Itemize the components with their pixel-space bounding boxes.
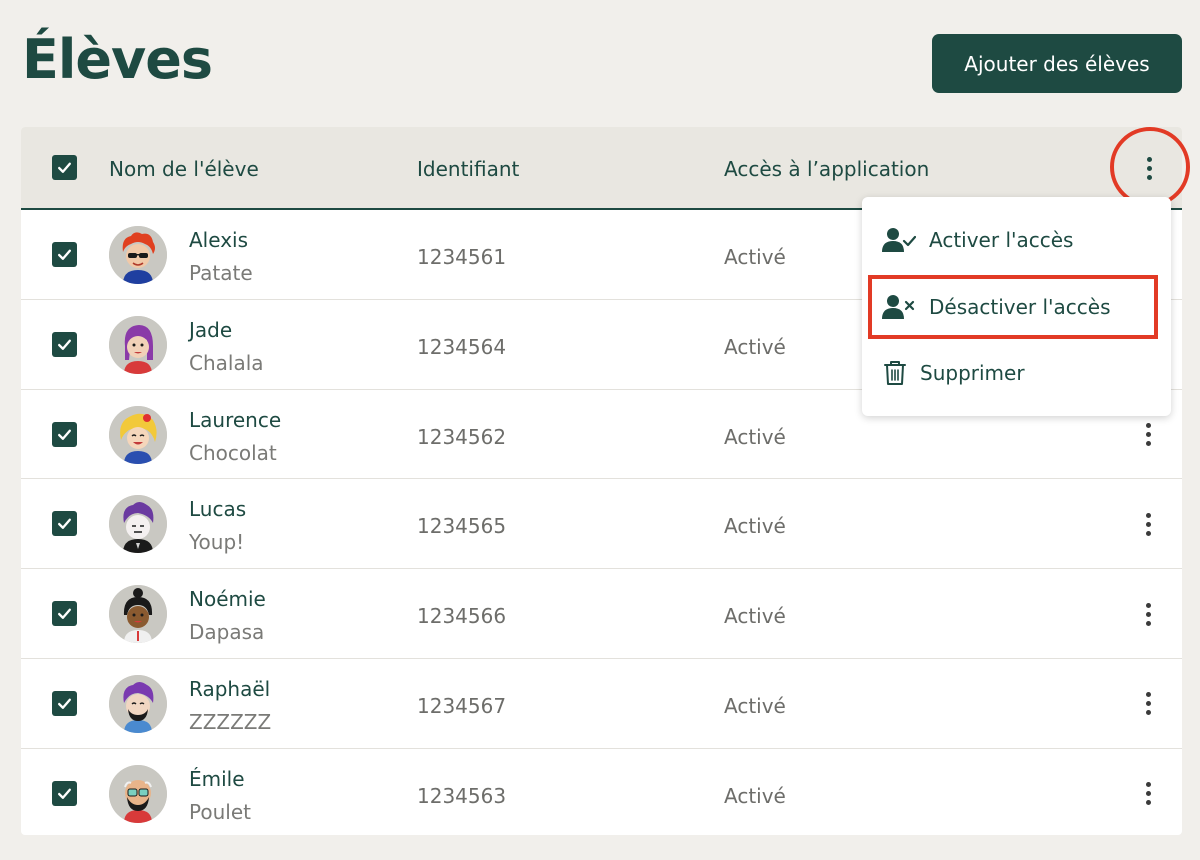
- student-last-name: Chalala: [189, 350, 264, 375]
- avatar-dark-bun-hair-icon: [109, 585, 167, 644]
- student-last-name: Dapasa: [189, 620, 265, 645]
- student-last-name: Chocolat: [189, 440, 277, 465]
- access-status: Activé: [724, 604, 786, 629]
- student-first-name: Jade: [189, 317, 233, 342]
- table-row[interactable]: Lucas Youp! 1234565 Activé: [21, 479, 1182, 570]
- check-icon: [58, 429, 71, 440]
- student-first-name: Lucas: [189, 497, 247, 522]
- student-id: 1234565: [417, 514, 507, 539]
- student-last-name: Poulet: [189, 799, 251, 824]
- student-first-name: Émile: [189, 766, 245, 791]
- user-check-icon: [882, 226, 916, 254]
- table-row[interactable]: Noémie Dapasa 1234566 Activé: [21, 569, 1182, 659]
- check-icon: [58, 519, 71, 530]
- check-icon: [58, 608, 71, 620]
- check-icon: [58, 339, 71, 350]
- avatar-bald-glasses-beard-icon: [109, 764, 167, 823]
- student-last-name: Patate: [189, 261, 253, 285]
- avatar-blonde-hair-flower-icon: [109, 405, 167, 464]
- student-id: 1234561: [417, 245, 507, 269]
- check-icon: [58, 788, 71, 799]
- access-status: Activé: [724, 334, 786, 359]
- column-header-name[interactable]: Nom de l'élève: [109, 157, 259, 181]
- student-id: 1234562: [417, 424, 507, 449]
- row-checkbox[interactable]: [52, 421, 77, 447]
- student-id: 1234566: [417, 604, 507, 629]
- table-row[interactable]: Raphaël ZZZZZZ 1234567 Activé: [21, 659, 1182, 749]
- row-checkbox[interactable]: [52, 511, 77, 537]
- student-first-name: Laurence: [189, 407, 282, 432]
- row-checkbox[interactable]: [52, 331, 77, 357]
- row-checkbox[interactable]: [52, 242, 77, 267]
- access-status: Activé: [724, 245, 786, 269]
- avatar: [109, 495, 167, 554]
- student-first-name: Alexis: [189, 228, 249, 252]
- avatar: [109, 226, 167, 284]
- student-last-name: Youp!: [189, 530, 245, 555]
- row-more-options-button[interactable]: [1138, 510, 1158, 538]
- menu-item-activate-access[interactable]: Activer l'accès: [862, 210, 1171, 270]
- check-icon: [58, 162, 71, 173]
- student-first-name: Noémie: [189, 587, 266, 612]
- page-title: Élèves: [22, 28, 213, 91]
- avatar-purple-curly-hair-icon: [109, 495, 167, 554]
- trash-icon: [878, 359, 912, 387]
- column-header-access[interactable]: Accès à l’application: [724, 157, 929, 181]
- avatar: [109, 315, 167, 374]
- access-status: Activé: [724, 783, 786, 808]
- row-more-options-button[interactable]: [1138, 690, 1158, 718]
- menu-item-label: Activer l'accès: [929, 228, 1074, 252]
- access-status: Activé: [724, 693, 786, 718]
- student-id: 1234567: [417, 693, 507, 718]
- row-checkbox[interactable]: [52, 780, 77, 806]
- student-first-name: Raphaël: [189, 676, 271, 701]
- check-icon: [58, 249, 71, 260]
- row-checkbox[interactable]: [52, 601, 77, 627]
- avatar-purple-hair-icon: [109, 315, 167, 374]
- access-status: Activé: [724, 424, 786, 449]
- row-more-options-button[interactable]: [1138, 421, 1158, 449]
- menu-item-label: Supprimer: [920, 361, 1025, 385]
- bulk-actions-button[interactable]: [1139, 154, 1159, 182]
- avatar: [109, 405, 167, 464]
- avatar: [109, 585, 167, 644]
- student-last-name: ZZZZZZ: [189, 709, 272, 734]
- access-status: Activé: [724, 514, 786, 539]
- avatar-red-curly-hair-sunglasses-icon: [109, 226, 167, 284]
- avatar: [109, 674, 167, 733]
- highlight-box: [868, 275, 1158, 339]
- student-id: 1234563: [417, 783, 507, 808]
- select-all-checkbox[interactable]: [52, 155, 77, 180]
- row-more-options-button[interactable]: [1138, 780, 1158, 808]
- row-more-options-button[interactable]: [1138, 600, 1158, 628]
- avatar: [109, 764, 167, 823]
- row-checkbox[interactable]: [52, 690, 77, 716]
- student-id: 1234564: [417, 334, 507, 359]
- check-icon: [58, 698, 71, 709]
- menu-item-delete[interactable]: Supprimer: [862, 343, 1171, 403]
- table-row[interactable]: Émile Poulet 1234563 Activé: [21, 749, 1182, 835]
- add-students-button[interactable]: Ajouter des élèves: [932, 34, 1182, 93]
- avatar-purple-hair-beard-icon: [109, 674, 167, 733]
- column-header-id[interactable]: Identifiant: [417, 157, 519, 181]
